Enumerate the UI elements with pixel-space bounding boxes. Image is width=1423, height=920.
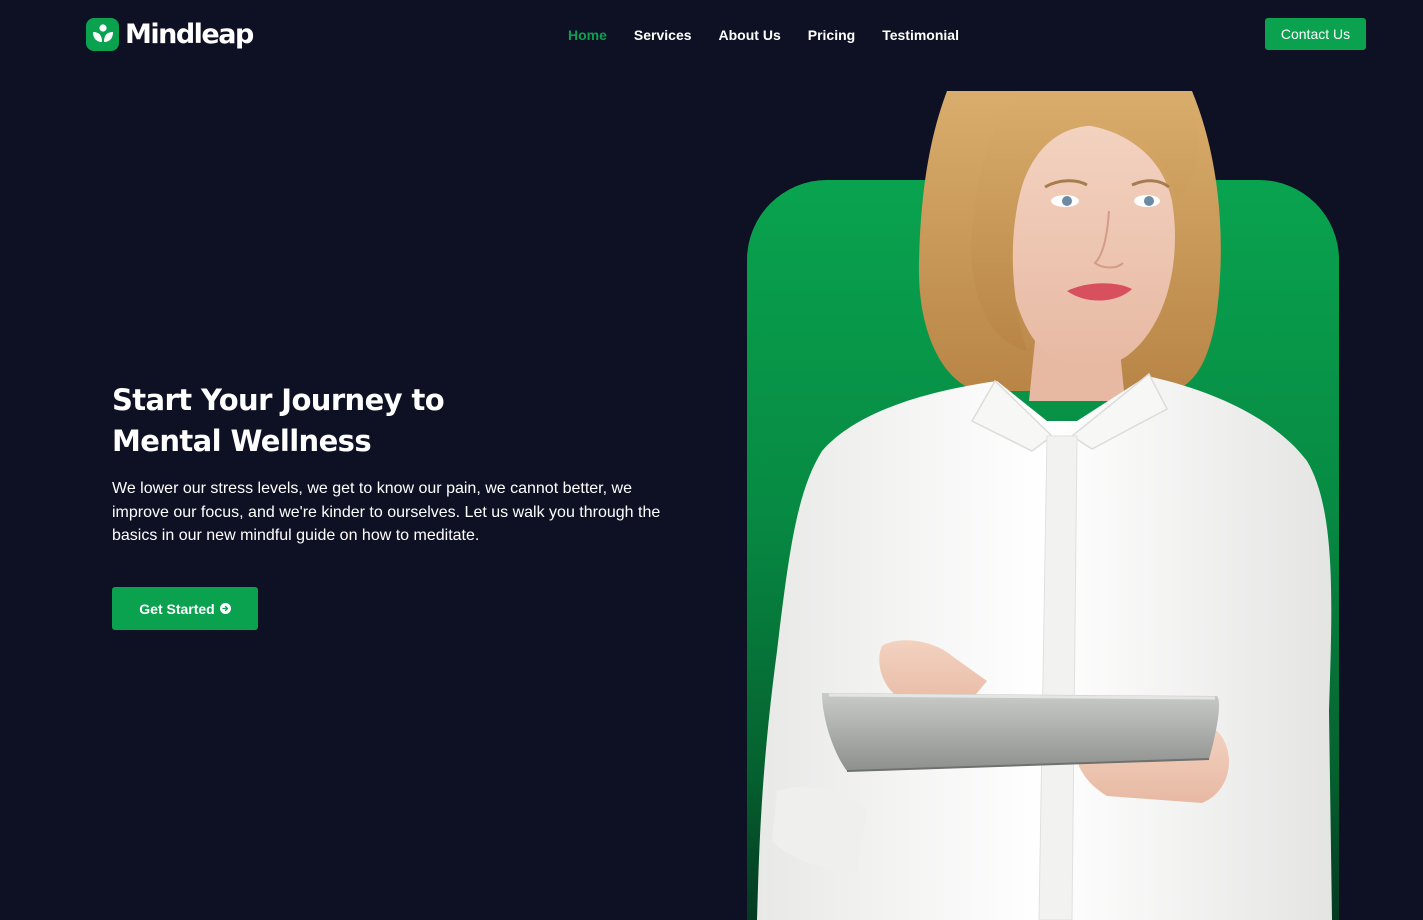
hero-image-woman-with-tablet	[747, 91, 1339, 920]
hero-title-line2: Mental Wellness	[112, 424, 372, 458]
get-started-button[interactable]: Get Started	[112, 587, 258, 630]
brand-logo[interactable]: Mindleap	[86, 17, 254, 51]
leaf-sprout-icon	[86, 17, 119, 51]
nav-item-home[interactable]: Home	[568, 27, 607, 43]
get-started-label: Get Started	[139, 600, 215, 617]
main-nav: Home Services About Us Pricing Testimoni…	[568, 25, 986, 45]
nav-item-about-us[interactable]: About Us	[719, 27, 781, 43]
site-header: Mindleap Home Services About Us Pricing …	[0, 0, 1423, 70]
nav-item-pricing[interactable]: Pricing	[808, 27, 855, 43]
contact-us-button[interactable]: Contact Us	[1265, 18, 1366, 50]
hero-title-line1: Start Your Journey to	[112, 383, 445, 417]
nav-item-testimonial[interactable]: Testimonial	[882, 27, 959, 43]
hero-title: Start Your Journey to Mental Wellness	[112, 380, 532, 462]
hero-description: We lower our stress levels, we get to kn…	[112, 480, 661, 544]
nav-item-services[interactable]: Services	[634, 27, 692, 43]
arrow-circle-right-icon	[219, 603, 231, 614]
brand-name: Mindleap	[125, 18, 254, 50]
